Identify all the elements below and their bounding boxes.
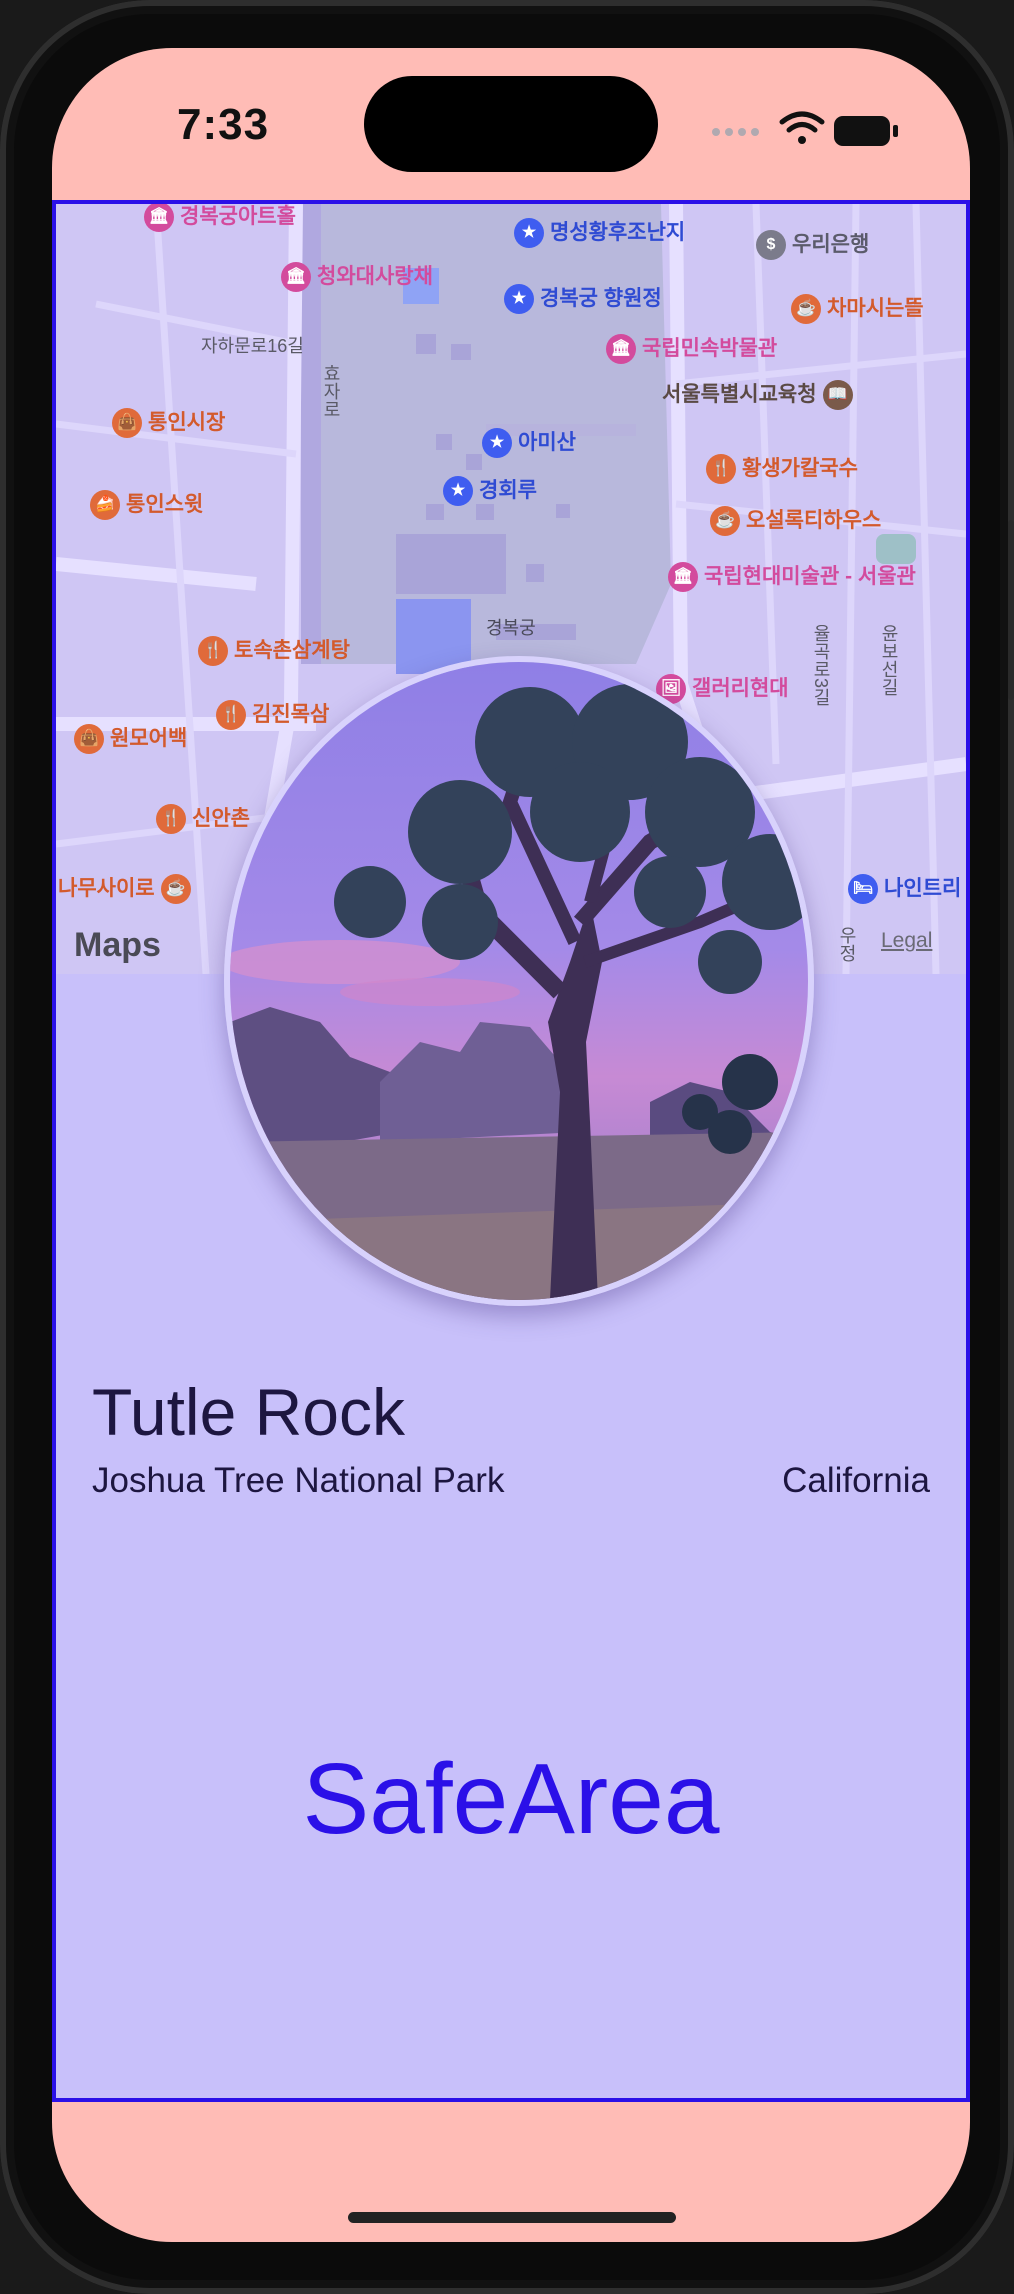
status-time: 7:33 (177, 100, 270, 149)
map-label-26: 나무사이로 ☕ (58, 872, 197, 905)
map-label-13: 🍴 황생가칼국수 (706, 452, 858, 485)
map-label-23: 율곡로3길 (811, 624, 831, 707)
status-icons (710, 110, 950, 155)
dynamic-island (364, 76, 658, 172)
map-label-12: ★ 아미산 (482, 426, 576, 459)
map-label-10: 👜 통인시장 (112, 406, 225, 439)
map-label-16: ☕ 오설록티하우스 (710, 504, 881, 537)
map-label-24: 윤보선길 (879, 624, 899, 696)
park-name: Joshua Tree National Park (92, 1461, 505, 1500)
map-label-18: 경복궁 (486, 618, 536, 638)
battery-icon (834, 116, 898, 146)
map-label-4: 🏛 청와대사랑채 (281, 260, 433, 293)
safe-area-label: SafeArea (302, 1743, 720, 1855)
map-label-20: 🖼 갤러리현대 (656, 672, 789, 705)
wifi-icon (779, 111, 825, 144)
safe-area-overlay: 🏛 경복궁아트홀 ★ 명성황후조난지 $ 우리은행 🏛 청와대사랑채 ★ 경복궁 향원정 … (52, 200, 970, 2102)
home-indicator[interactable] (348, 2212, 676, 2223)
map-label-8: 효자로 (321, 364, 341, 418)
map-label-3: $ 우리은행 (756, 228, 869, 261)
screen: 7:33 🏛 경복궁아트홀 ★ 명성황후조난지 $ 우리은행 🏛 청와대사랑채 … (52, 48, 970, 2242)
signal-icon (712, 128, 759, 136)
map-label-28: 우정 (837, 926, 857, 962)
side-button (1008, 520, 1014, 700)
map-label-2: ★ 명성황후조난지 (514, 216, 685, 249)
map-label-19: 🍴 토속촌삼계탕 (198, 634, 350, 667)
map-label-9: 🏛 국립민속박물관 (606, 332, 777, 365)
legal-link[interactable]: Legal (881, 929, 932, 953)
landmark-title: Tutle Rock (92, 1375, 405, 1449)
map-label-7: 자하문로16길 (201, 336, 304, 356)
map-label-1: 🏛 경복궁아트홀 (144, 204, 296, 233)
map-label-5: ★ 경복궁 향원정 (504, 282, 662, 315)
map-label-17: 🏛 국립현대미술관 - 서울관 (668, 560, 916, 593)
map-label-21: 🍴 김진목삼 (216, 698, 329, 731)
map-label-25: 🍴 신안촌 (156, 802, 250, 835)
map-label-27: 🛏 나인트리 (848, 872, 961, 905)
status-bar: 7:33 (52, 48, 970, 198)
landmark-photo (224, 656, 814, 1306)
joshua-tree-image (230, 662, 808, 1300)
map-label-11: 서울특별시교육청 📖 (662, 378, 859, 411)
map-label-15: ★ 경회루 (443, 474, 537, 507)
map-label-6: ☕ 차마시는뜰 (791, 292, 924, 325)
state-name: California (782, 1461, 930, 1500)
map-label-22: 👜 원모어백 (74, 722, 187, 755)
map-label-14: 🍰 통인스윗 (90, 488, 203, 521)
apple-maps-attribution[interactable]: Maps (74, 926, 161, 965)
